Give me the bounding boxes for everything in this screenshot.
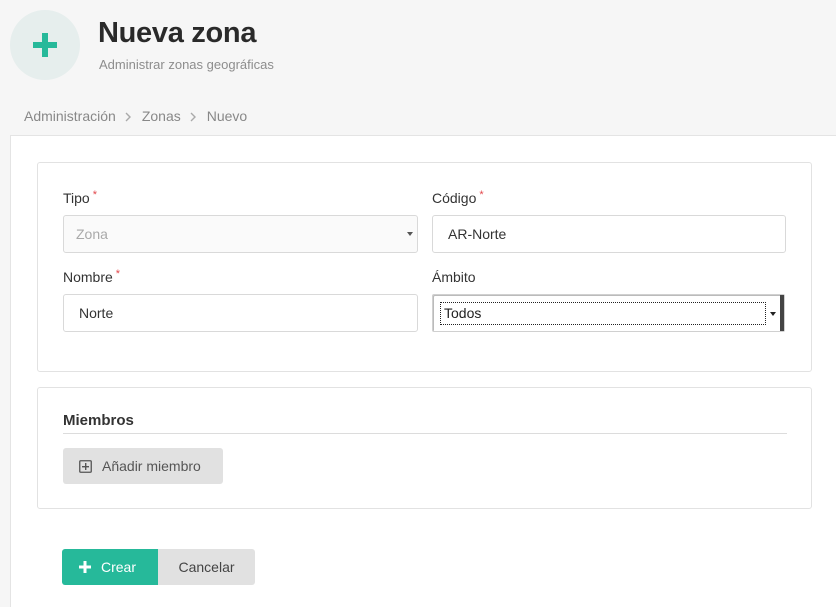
codigo-label-text: Código [432, 190, 477, 206]
ambito-select[interactable]: Todos [432, 294, 785, 332]
required-marker: * [92, 189, 97, 201]
chevron-right-icon [116, 108, 142, 124]
codigo-input[interactable]: AR-Norte [432, 215, 786, 253]
cancel-label: Cancelar [178, 559, 235, 575]
breadcrumb-item-administracion[interactable]: Administración [24, 108, 116, 124]
tipo-select-value: Zona [76, 226, 108, 242]
tipo-label-text: Tipo [63, 190, 90, 206]
create-label: Crear [101, 559, 137, 575]
select-edge [780, 295, 784, 331]
breadcrumb-item-nuevo: Nuevo [206, 108, 248, 124]
tipo-select[interactable]: Zona [63, 215, 418, 253]
page-title: Nueva zona [98, 17, 257, 49]
ambito-select-value: Todos [440, 302, 766, 325]
page-header: Nueva zona Administrar zonas geográficas [0, 0, 836, 95]
members-card: Miembros Añadir miembro [37, 387, 812, 509]
breadcrumb-item-zonas[interactable]: Zonas [142, 108, 181, 124]
members-title: Miembros [63, 412, 134, 429]
nombre-label-text: Nombre [63, 269, 113, 285]
plus-square-icon [79, 459, 92, 473]
chevron-right-icon [181, 108, 207, 124]
add-member-label: Añadir miembro [102, 458, 201, 474]
caret-down-icon [770, 312, 776, 316]
add-member-button[interactable]: Añadir miembro [63, 448, 223, 484]
caret-down-icon [407, 232, 413, 236]
nombre-input[interactable]: Norte [63, 294, 418, 332]
required-marker: * [115, 268, 121, 280]
tipo-label: Tipo * [63, 189, 97, 206]
breadcrumb: Administración Zonas Nuevo [24, 107, 247, 125]
page-subtitle: Administrar zonas geográficas [99, 57, 274, 72]
ambito-label-text: Ámbito [432, 269, 476, 285]
codigo-input-value: AR-Norte [448, 226, 507, 242]
required-marker: * [479, 189, 484, 201]
nombre-label: Nombre * [63, 268, 121, 285]
header-plus-icon [10, 10, 80, 80]
section-divider [63, 433, 787, 434]
nombre-input-value: Norte [79, 305, 114, 321]
plus-icon [79, 561, 91, 573]
ambito-label: Ámbito [432, 269, 476, 285]
codigo-label: Código * [432, 189, 484, 206]
zone-fields-card: Tipo * Zona Código * AR-Norte Nombre * Nort… [37, 162, 812, 372]
main-panel: Tipo * Zona Código * AR-Norte Nombre * Nort… [10, 135, 836, 607]
cancel-button[interactable]: Cancelar [158, 549, 255, 585]
create-button[interactable]: Crear [62, 549, 158, 585]
